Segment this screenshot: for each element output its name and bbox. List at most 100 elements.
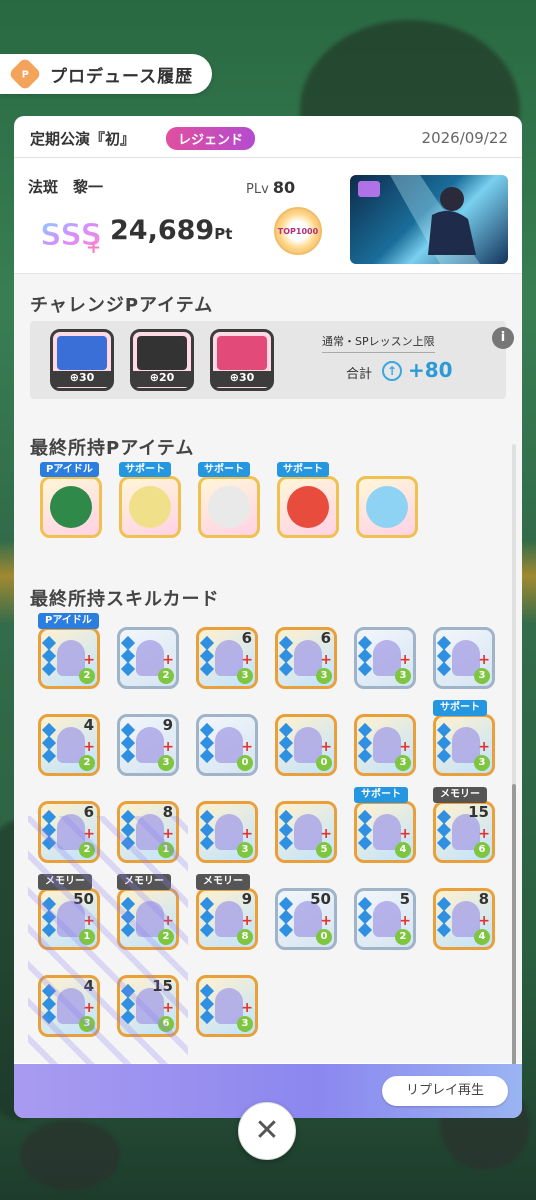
pitem-3[interactable]: サポート <box>198 462 260 538</box>
skill-card[interactable]: +6 3 <box>275 627 337 689</box>
upgraded-plus-icon: + <box>241 826 253 842</box>
idol-thumbnail[interactable] <box>350 175 508 264</box>
effect-diamond-icon <box>436 661 452 677</box>
effect-diamond-icon <box>199 661 215 677</box>
skill-card[interactable]: +0 <box>196 714 258 776</box>
stamina-cost: 2 <box>79 755 95 771</box>
skill-card[interactable]: +3 <box>354 714 416 776</box>
skill-card[interactable]: +3 <box>196 975 258 1037</box>
upgraded-plus-icon: + <box>241 739 253 755</box>
popcorn-icon <box>129 486 171 528</box>
pitem-2[interactable]: サポート <box>119 462 181 538</box>
skill-card[interactable]: +3 サポート <box>433 700 495 776</box>
skill-card[interactable]: +5 <box>275 801 337 863</box>
challenge-item-1[interactable]: ⊕30 <box>50 329 114 391</box>
skill-card-number: 8 <box>478 890 489 908</box>
effect-icons <box>199 983 215 1030</box>
upgraded-plus-icon: + <box>320 826 332 842</box>
skill-card[interactable]: +50 1 メモリー <box>38 874 100 950</box>
skill-card[interactable]: +4 2 <box>38 714 100 776</box>
close-button[interactable]: ✕ <box>238 1102 296 1160</box>
effect-diamond-icon <box>41 661 57 677</box>
total-value: +80 <box>408 358 453 382</box>
skill-card[interactable]: +9 8 メモリー <box>196 874 258 950</box>
pitem-tag: サポート <box>277 462 329 477</box>
skill-card[interactable]: +2 Pアイドル <box>38 613 100 689</box>
skill-card-tag: メモリー <box>38 874 92 890</box>
score: 24,689Pt <box>110 215 233 246</box>
effect-diamond-icon <box>199 922 215 938</box>
skill-card[interactable]: +9 3 <box>117 714 179 776</box>
upgraded-plus-icon: + <box>478 739 490 755</box>
info-icon[interactable]: i <box>492 327 514 349</box>
pitem-5[interactable] <box>356 476 418 538</box>
stamina-cost: 0 <box>316 755 332 771</box>
skill-card-number: 6 <box>320 629 331 647</box>
challenge-item-box: ⊕30 ⊕20 ⊕30 通常・SPレッスン上限 合計 ↑ +80 i <box>30 321 514 399</box>
skill-card[interactable]: +3 <box>354 627 416 689</box>
stamina-cost: 2 <box>158 929 174 945</box>
upgraded-plus-icon: + <box>83 1000 95 1016</box>
stamina-cost: 4 <box>395 842 411 858</box>
upgraded-plus-icon: + <box>162 913 174 929</box>
skill-card[interactable]: +15 6 メモリー <box>433 787 495 863</box>
player-summary: 法斑 黎一 PLv 80 SSS + 24,689Pt TOP1000 <box>14 159 522 272</box>
skill-card-number: 4 <box>83 716 94 734</box>
skill-card[interactable]: +50 0 <box>275 888 337 950</box>
challenge-item-3[interactable]: ⊕30 <box>210 329 274 391</box>
skill-card[interactable]: +6 2 <box>38 801 100 863</box>
challenge-item-cost: ⊕30 <box>213 371 271 387</box>
skill-card[interactable]: +2 <box>117 627 179 689</box>
pitem-4[interactable]: サポート <box>277 462 339 538</box>
effect-diamond-icon <box>120 748 136 764</box>
effect-icons <box>278 722 294 769</box>
skill-card[interactable]: +8 1 <box>117 801 179 863</box>
skill-card[interactable]: +3 <box>433 627 495 689</box>
stamina-cost: 3 <box>79 1016 95 1032</box>
effect-icons <box>357 722 373 769</box>
bear-figure-icon <box>366 486 408 528</box>
skill-card[interactable]: +8 4 <box>433 888 495 950</box>
stamina-cost: 3 <box>316 668 332 684</box>
challenge-item-2[interactable]: ⊕20 <box>130 329 194 391</box>
scrollbar[interactable] <box>512 444 516 1118</box>
challenge-section-title: チャレンジPアイテム <box>30 295 214 316</box>
effect-diamond-icon <box>41 835 57 851</box>
replay-button[interactable]: リプレイ再生 <box>382 1076 508 1106</box>
skill-card[interactable]: +5 2 <box>354 888 416 950</box>
effect-diamond-icon <box>120 835 136 851</box>
event-name: 定期公演『初』 <box>30 130 136 148</box>
effect-diamond-icon <box>199 835 215 851</box>
skill-card[interactable]: +2 メモリー <box>117 874 179 950</box>
effect-diamond-icon <box>436 922 452 938</box>
effect-icons <box>120 983 136 1030</box>
upgraded-plus-icon: + <box>478 826 490 842</box>
stamina-cost: 6 <box>158 1016 174 1032</box>
skill-card-tag: サポート <box>354 787 408 803</box>
skill-card[interactable]: +6 3 <box>196 627 258 689</box>
upgraded-plus-icon: + <box>399 739 411 755</box>
skill-card[interactable]: +15 6 <box>117 975 179 1037</box>
svg-text:+: + <box>86 237 101 255</box>
effect-icons <box>278 635 294 682</box>
skill-card[interactable]: +0 <box>275 714 337 776</box>
effect-icons <box>41 722 57 769</box>
upgraded-plus-icon: + <box>83 652 95 668</box>
pitem-tag: サポート <box>198 462 250 477</box>
stamina-cost: 2 <box>79 842 95 858</box>
stamina-cost: 3 <box>395 668 411 684</box>
skill-card[interactable]: +4 3 <box>38 975 100 1037</box>
pitem-1[interactable]: Pアイドル <box>40 462 102 538</box>
effect-diamond-icon <box>120 1009 136 1025</box>
skill-card-number: 50 <box>310 890 331 908</box>
pitem-section-title: 最終所持Pアイテム <box>30 438 195 459</box>
pitem-tag: サポート <box>119 462 171 477</box>
skill-card-number: 9 <box>162 716 173 734</box>
skill-card[interactable]: +4 サポート <box>354 787 416 863</box>
skill-card[interactable]: +3 <box>196 801 258 863</box>
detail-panel: チャレンジPアイテム ⊕30 ⊕20 ⊕30 通常・SPレッスン上限 合計 ↑ … <box>14 273 522 1118</box>
rank-badge: レジェンド <box>166 127 256 150</box>
produce-icon: P <box>8 57 42 91</box>
effect-diamond-icon <box>357 748 373 764</box>
lesson-limit-label: 通常・SPレッスン上限 <box>322 333 435 353</box>
